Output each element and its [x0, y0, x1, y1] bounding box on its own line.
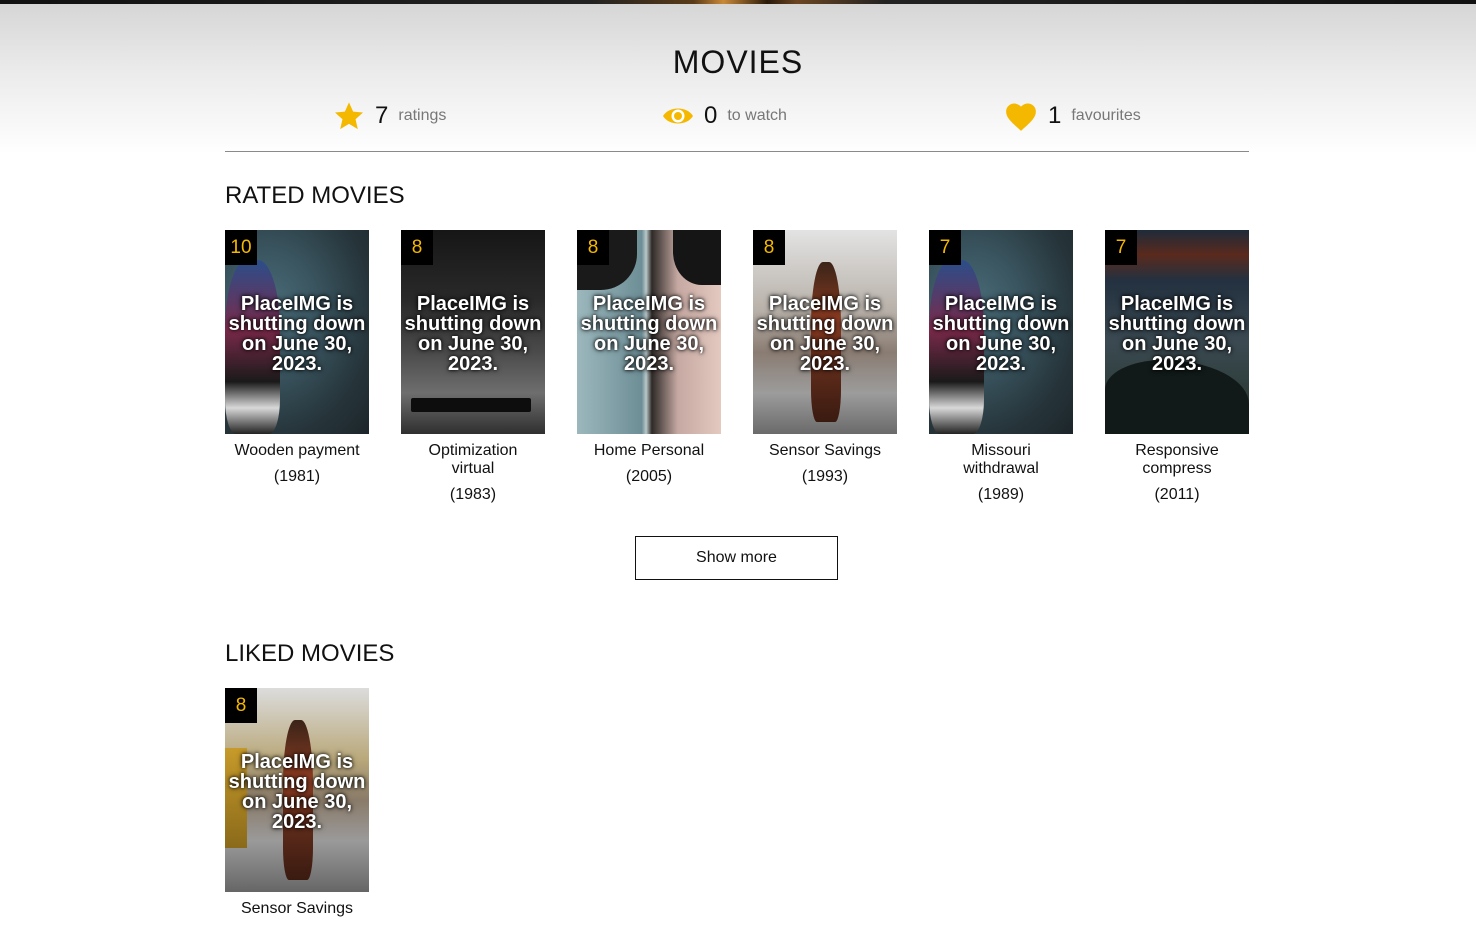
stat-favourites: 1 favourites [1004, 98, 1141, 134]
page-title: MOVIES [672, 44, 804, 80]
eye-icon [662, 104, 694, 128]
rating-badge: 10 [225, 230, 257, 265]
star-icon [333, 100, 365, 132]
movie-title[interactable]: Optimization virtual [401, 442, 545, 478]
movie-year: (2011) [1154, 486, 1200, 503]
movie-card[interactable]: 7 PlaceIMG is shutting down on June 30, … [929, 230, 1073, 504]
rated-movies-heading: RATED MOVIES [225, 182, 405, 209]
movie-card[interactable]: 8 PlaceIMG is shutting down on June 30, … [577, 230, 721, 486]
movie-poster[interactable]: 10 PlaceIMG is shutting down on June 30,… [225, 230, 369, 434]
rating-badge: 7 [929, 230, 961, 265]
to-watch-label: to watch [727, 107, 787, 124]
movie-poster[interactable]: 8 PlaceIMG is shutting down on June 30, … [577, 230, 721, 434]
poster-placeholder-text: PlaceIMG is shutting down on June 30, 20… [228, 751, 366, 833]
to-watch-count: 0 [704, 102, 718, 129]
favourites-label: favourites [1071, 107, 1141, 124]
rating-badge: 8 [753, 230, 785, 265]
movie-poster[interactable]: 8 PlaceIMG is shutting down on June 30, … [401, 230, 545, 434]
liked-movies-heading: LIKED MOVIES [225, 640, 395, 667]
movie-title[interactable]: Home Personal [577, 442, 721, 460]
movie-year: (1983) [449, 486, 497, 503]
heart-icon [1004, 100, 1038, 132]
movie-year: (1989) [977, 486, 1025, 503]
movie-poster[interactable]: 7 PlaceIMG is shutting down on June 30, … [929, 230, 1073, 434]
movie-poster[interactable]: 7 PlaceIMG is shutting down on June 30, … [1105, 230, 1249, 434]
movie-card[interactable]: 7 PlaceIMG is shutting down on June 30, … [1105, 230, 1249, 504]
stat-ratings: 7 ratings [333, 98, 446, 134]
movie-card[interactable]: 10 PlaceIMG is shutting down on June 30,… [225, 230, 369, 486]
poster-placeholder-text: PlaceIMG is shutting down on June 30, 20… [756, 293, 894, 375]
rating-badge: 8 [401, 230, 433, 265]
movie-title[interactable]: Wooden payment [225, 442, 369, 460]
poster-placeholder-text: PlaceIMG is shutting down on June 30, 20… [580, 293, 718, 375]
movie-year: (1981) [273, 468, 321, 485]
stat-to-watch: 0 to watch [662, 98, 787, 134]
rating-badge: 8 [225, 688, 257, 723]
movie-title[interactable]: Sensor Savings [225, 900, 369, 918]
show-more-button[interactable]: Show more [635, 536, 838, 580]
header-divider [225, 151, 1249, 152]
movie-card[interactable]: 8 PlaceIMG is shutting down on June 30, … [753, 230, 897, 486]
movie-title[interactable]: Sensor Savings [753, 442, 897, 460]
movie-title[interactable]: Missouri withdrawal [929, 442, 1073, 478]
movie-title[interactable]: Responsive compress [1105, 442, 1249, 478]
poster-placeholder-text: PlaceIMG is shutting down on June 30, 20… [228, 293, 366, 375]
movie-year: (1993) [801, 468, 849, 485]
poster-placeholder-text: PlaceIMG is shutting down on June 30, 20… [1108, 293, 1246, 375]
ratings-count: 7 [375, 102, 389, 129]
movie-card[interactable]: 8 PlaceIMG is shutting down on June 30, … [225, 688, 369, 918]
movie-poster[interactable]: 8 PlaceIMG is shutting down on June 30, … [225, 688, 369, 892]
ratings-label: ratings [398, 107, 447, 124]
rating-badge: 7 [1105, 230, 1137, 265]
movie-card[interactable]: 8 PlaceIMG is shutting down on June 30, … [401, 230, 545, 504]
favourites-count: 1 [1048, 102, 1062, 129]
poster-placeholder-text: PlaceIMG is shutting down on June 30, 20… [932, 293, 1070, 375]
poster-placeholder-text: PlaceIMG is shutting down on June 30, 20… [404, 293, 542, 375]
movie-poster[interactable]: 8 PlaceIMG is shutting down on June 30, … [753, 230, 897, 434]
movie-year: (2005) [625, 468, 673, 485]
rating-badge: 8 [577, 230, 609, 265]
